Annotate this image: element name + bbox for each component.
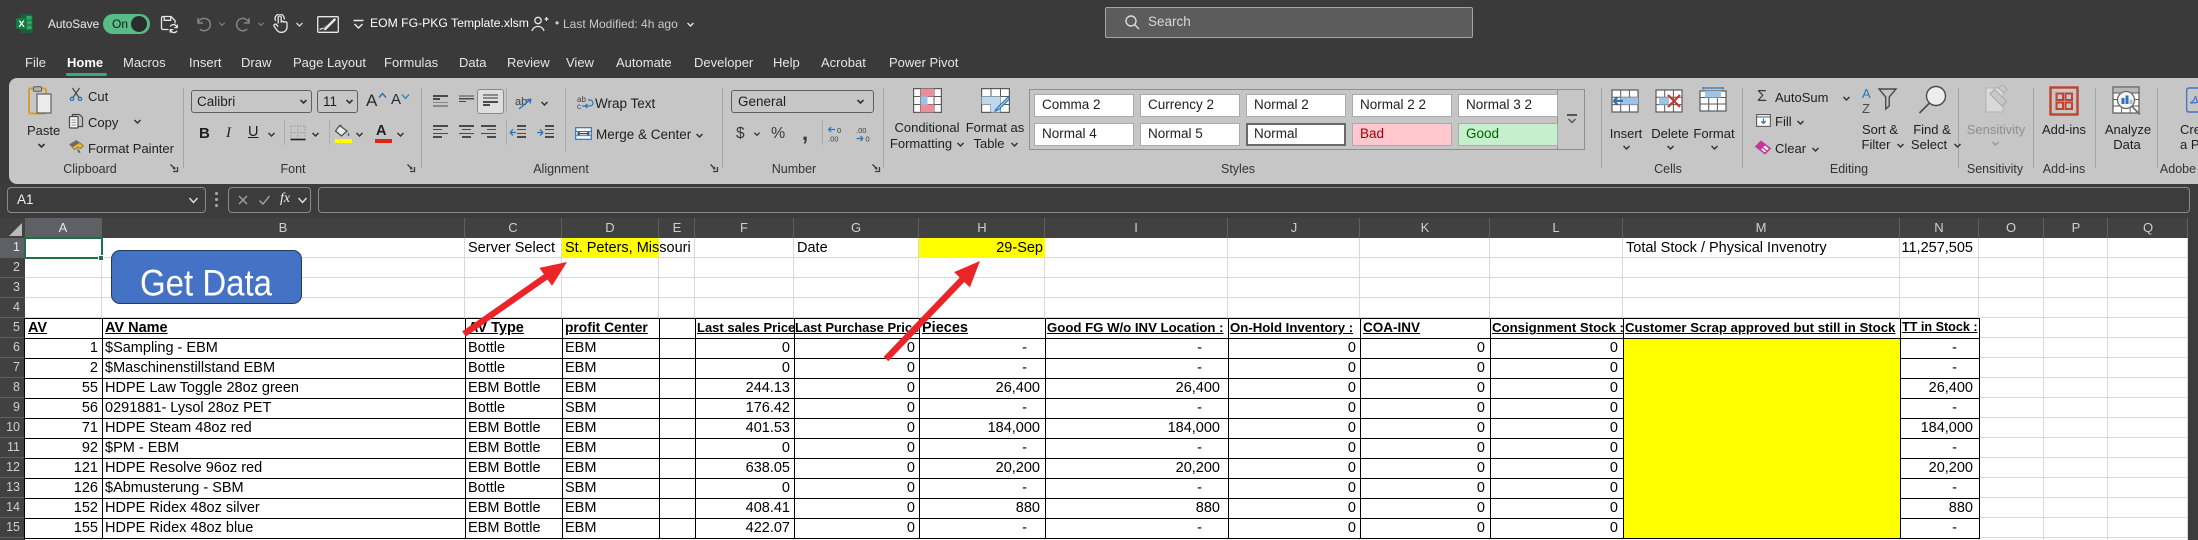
svg-text:0: 0 <box>866 135 870 144</box>
svg-text:c: c <box>577 102 581 109</box>
svg-text:Z: Z <box>1862 101 1870 115</box>
svg-text:X: X <box>18 19 25 30</box>
svg-text:ab: ab <box>515 96 527 108</box>
svg-text:A: A <box>1862 86 1871 101</box>
svg-text:.00: .00 <box>828 135 838 144</box>
